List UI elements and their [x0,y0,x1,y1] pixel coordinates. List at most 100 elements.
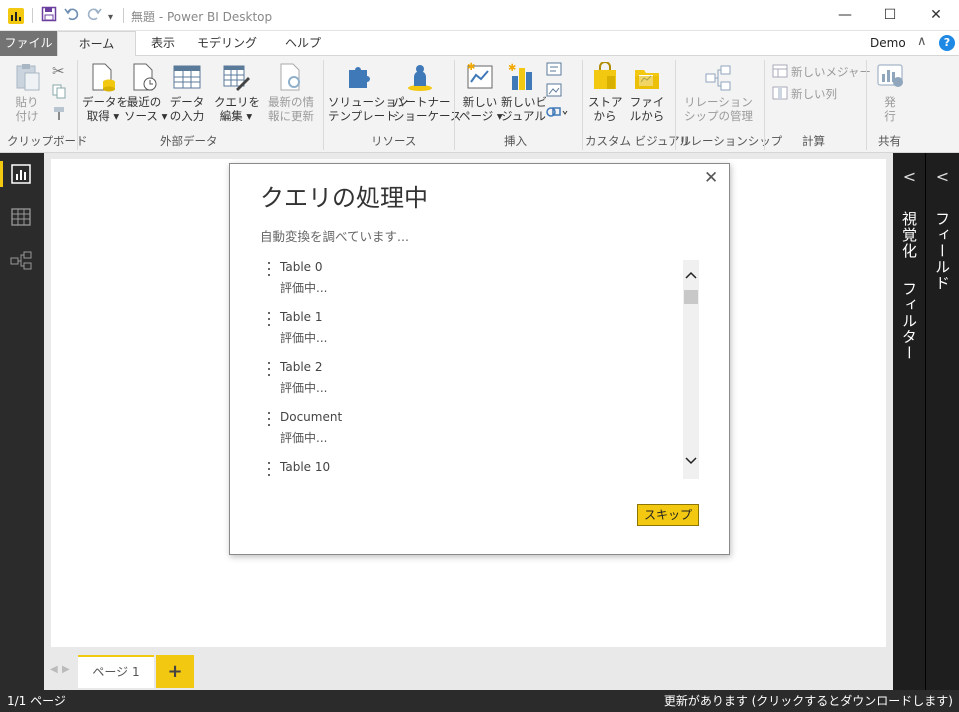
new-page-button[interactable]: ✱ 新しい ページ ▾ [459,62,503,123]
tab-help[interactable]: ヘルプ [280,31,326,56]
text-box-icon[interactable] [546,62,562,79]
tab-modeling[interactable]: モデリング [196,31,258,56]
dialog-title: クエリの処理中 [260,184,428,212]
store-icon [591,61,619,92]
svg-text:✱: ✱ [467,62,475,73]
paste-button[interactable]: 貼り 付け [10,62,44,123]
new-page-icon: ✱ [466,62,494,92]
solution-templates-label-2: テンプレート [328,109,397,123]
edit-queries-button[interactable]: クエリを 編集 ▾ [214,62,260,123]
help-icon[interactable]: ? [939,35,955,51]
edit-queries-label-1: クエリを [214,95,260,109]
copy-icon[interactable] [52,84,67,102]
recent-sources-button[interactable]: 最近の ソース ▾ [124,62,168,123]
add-page-button[interactable]: + [156,655,194,688]
publish-button[interactable]: 発 行 [872,62,908,123]
loading-spinner-icon [268,312,272,326]
from-file-label-2: ルから [629,109,665,123]
minimize-button[interactable]: — [822,0,868,31]
page-count: 1/1 ページ [7,694,66,708]
group-label-external-data: 外部データ [160,134,218,148]
group-label-calculations: 計算 [802,134,825,148]
next-page-icon[interactable]: ▶ [62,664,70,675]
get-data-button[interactable]: データを 取得 ▾ [82,62,128,123]
cut-icon[interactable]: ✂ [52,62,65,80]
left-nav [0,153,44,690]
query-item: Table 10 [260,458,660,480]
skip-button[interactable]: スキップ [637,504,699,526]
query-item: Document 評価中... [260,408,660,458]
solution-templates-label-1: ソリューション [328,95,409,109]
paste-icon [13,62,41,92]
scroll-up-icon[interactable] [683,268,699,283]
refresh-label-1: 最新の情 [268,95,314,109]
user-account[interactable]: Demo [870,31,906,56]
new-measure-button[interactable]: 新しいメジャー [791,64,871,80]
partner-showcase-label-2: ショーケース [393,109,462,123]
partner-showcase-label-1: パートナー [393,95,451,109]
scroll-thumb[interactable] [684,290,698,304]
from-store-button[interactable]: ストア から [588,61,623,123]
relationships-view-icon[interactable] [10,249,32,271]
undo-icon[interactable] [64,6,80,26]
tab-home[interactable]: ホーム [57,31,136,57]
shapes-icon[interactable] [546,105,568,122]
manage-relationships-button[interactable]: リレーション シップの管理 [684,62,753,123]
visualizations-pane-label[interactable]: 視覚化 [899,211,920,259]
window-title: 無題 - Power BI Desktop [131,10,273,24]
fields-pane-label[interactable]: フィールド [932,211,953,291]
menu-file[interactable]: ファイル [0,31,57,56]
page-tab-1[interactable]: ページ 1 [78,655,154,688]
loading-spinner-icon [268,462,272,476]
redo-icon[interactable] [86,6,102,26]
customize-quick-access-icon[interactable]: ▾ [108,9,113,27]
query-list: Table 0 評価中... Table 1 評価中... Table 2 評価… [260,258,700,480]
image-icon[interactable] [546,83,562,100]
enter-data-icon [173,62,201,92]
refresh-icon [277,62,305,92]
dialog-close-button[interactable]: ✕ [704,168,718,188]
scroll-down-icon[interactable] [683,454,699,469]
report-view-icon[interactable] [10,163,32,185]
manage-relationships-label-2: シップの管理 [684,109,753,123]
recent-sources-label-2: ソース ▾ [124,109,168,123]
active-view-indicator [0,161,3,187]
loading-spinner-icon [268,262,272,276]
page-bar: ◀ ▶ ページ 1 + [44,653,893,690]
partner-icon [406,62,434,92]
tab-view[interactable]: 表示 [140,31,186,56]
partner-showcase-button[interactable]: パートナー ショーケース [393,62,462,123]
query-item: Table 1 評価中... [260,308,660,358]
group-label-share: 共有 [878,134,901,148]
publish-label-1: 発 [884,95,896,109]
filters-pane-label[interactable]: フィルター [899,281,920,361]
query-list-scrollbar[interactable] [683,260,699,479]
svg-text:✱: ✱ [508,63,516,74]
new-column-button[interactable]: 新しい列 [791,86,837,102]
new-visual-icon: ✱ [508,62,536,92]
maximize-button[interactable]: ☐ [867,0,913,31]
expand-fields-chevron-icon[interactable]: < [926,167,959,186]
manage-relationships-label-1: リレーション [684,95,753,109]
publish-icon [876,62,904,92]
new-visual-label-1: 新しいビ [501,95,547,109]
new-measure-icon [772,64,788,81]
expand-pane-chevron-icon[interactable]: < [893,167,926,186]
close-window-button[interactable]: ✕ [913,0,959,31]
enter-data-button[interactable]: データ の入力 [166,62,208,123]
new-visual-button[interactable]: ✱ 新しいビ ジュアル [501,62,547,123]
from-file-button[interactable]: ファイ ルから [628,62,666,123]
fields-pane[interactable]: < フィールド [926,153,959,690]
refresh-button[interactable]: 最新の情 報に更新 [265,62,317,123]
save-icon[interactable] [41,6,57,26]
update-notice-link[interactable]: 更新があります (クリックするとダウンロードします) [664,690,953,712]
data-view-icon[interactable] [10,206,32,228]
collapse-ribbon-icon[interactable]: ∧ [917,34,927,49]
visualizations-filters-pane[interactable]: < 視覚化 フィルター [893,153,926,690]
solution-templates-button[interactable]: ソリューション テンプレート [328,62,409,123]
prev-page-icon[interactable]: ◀ [50,664,58,675]
format-painter-icon[interactable] [52,106,67,124]
query-name: Document [280,410,343,424]
group-label-relationships: リレーションシップ [679,134,783,148]
title-bar: ▾ 無題 - Power BI Desktop — ☐ ✕ [0,0,959,31]
